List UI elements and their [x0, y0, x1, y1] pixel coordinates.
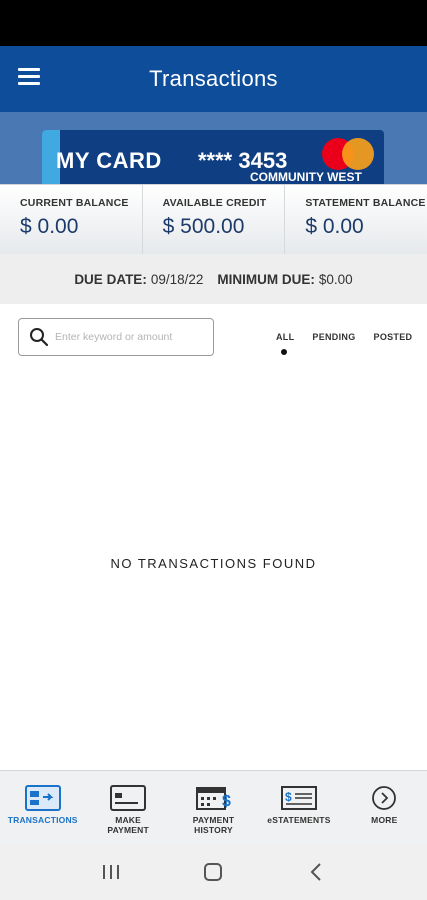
card-banner: MY CARD **** 3453 COMMUNITY WEST — [0, 112, 427, 186]
transaction-filter: ALL PENDING POSTED — [276, 332, 413, 355]
mastercard-logo-icon — [322, 138, 374, 170]
nav-more[interactable]: MORE — [342, 771, 427, 844]
svg-text:$: $ — [222, 793, 231, 810]
calendar-dollar-icon: $ — [195, 785, 232, 811]
nav-payment-history-label: PAYMENT HISTORY — [192, 815, 235, 835]
filter-all-label: ALL — [276, 332, 295, 342]
nav-transactions[interactable]: TRANSACTIONS — [0, 771, 85, 844]
transactions-icon — [24, 785, 61, 811]
current-balance-value: $ 0.00 — [20, 215, 79, 238]
nav-more-label: MORE — [371, 815, 398, 825]
statement-balance-value: $ 0.00 — [305, 215, 364, 238]
card-brand-text: COMMUNITY WEST — [250, 170, 362, 184]
status-bar — [0, 0, 427, 46]
nav-payment-history[interactable]: $ PAYMENT HISTORY — [171, 771, 256, 844]
current-balance-label: CURRENT BALANCE — [20, 197, 129, 209]
nav-estatements-label: eSTATEMENTS — [267, 815, 331, 825]
due-date-value: 09/18/22 — [150, 271, 204, 287]
nav-estatements[interactable]: $ eSTATEMENTS — [256, 771, 341, 844]
recent-apps-icon[interactable] — [91, 857, 131, 887]
due-date-label: DUE DATE: — [74, 271, 147, 287]
filter-pending[interactable]: PENDING — [312, 332, 355, 342]
search-icon — [30, 328, 49, 347]
filter-pending-label: PENDING — [312, 332, 356, 342]
balance-summary: CURRENT BALANCE $ 0.00 AVAILABLE CREDIT … — [0, 184, 427, 254]
svg-text:$: $ — [285, 790, 292, 804]
statement-balance-label: STATEMENT BALANCE — [305, 197, 426, 209]
selected-indicator — [281, 349, 287, 355]
available-credit-label: AVAILABLE CREDIT — [162, 197, 267, 209]
empty-state-message: NO TRANSACTIONS FOUND — [110, 556, 317, 571]
chevron-right-circle-icon — [366, 785, 402, 811]
nav-transactions-label: TRANSACTIONS — [7, 815, 78, 825]
app-header: Transactions — [0, 46, 427, 112]
search-box[interactable] — [18, 318, 214, 356]
current-balance: CURRENT BALANCE $ 0.00 — [0, 185, 143, 254]
nav-make-payment-label: MAKE PAYMENT — [107, 815, 149, 835]
bottom-nav: TRANSACTIONS MAKE PAYMENT $ PAYMENT HIST… — [0, 770, 427, 844]
filter-all[interactable]: ALL — [276, 332, 295, 355]
home-icon[interactable] — [193, 857, 233, 887]
due-info: DUE DATE: 09/18/22 MINIMUM DUE: $0.00 — [0, 254, 427, 304]
minimum-due-label: MINIMUM DUE: — [217, 271, 315, 287]
hamburger-menu-icon[interactable] — [18, 68, 48, 90]
minimum-due-value: $0.00 — [318, 271, 353, 287]
available-credit: AVAILABLE CREDIT $ 500.00 — [143, 185, 286, 254]
search-input[interactable] — [55, 331, 205, 343]
page-title: Transactions — [149, 66, 278, 91]
card-name: MY CARD — [56, 148, 162, 173]
check-statement-icon: $ — [280, 785, 317, 811]
statement-balance: STATEMENT BALANCE $ 0.00 — [285, 185, 427, 254]
back-icon[interactable] — [296, 857, 336, 887]
credit-card-image[interactable]: MY CARD **** 3453 COMMUNITY WEST — [42, 130, 384, 186]
available-credit-value: $ 500.00 — [162, 215, 245, 238]
system-navigation-bar — [0, 844, 427, 900]
filter-posted-label: POSTED — [373, 332, 413, 342]
filter-posted[interactable]: POSTED — [374, 332, 413, 342]
card-payment-icon — [110, 785, 147, 811]
nav-make-payment[interactable]: MAKE PAYMENT — [85, 771, 170, 844]
